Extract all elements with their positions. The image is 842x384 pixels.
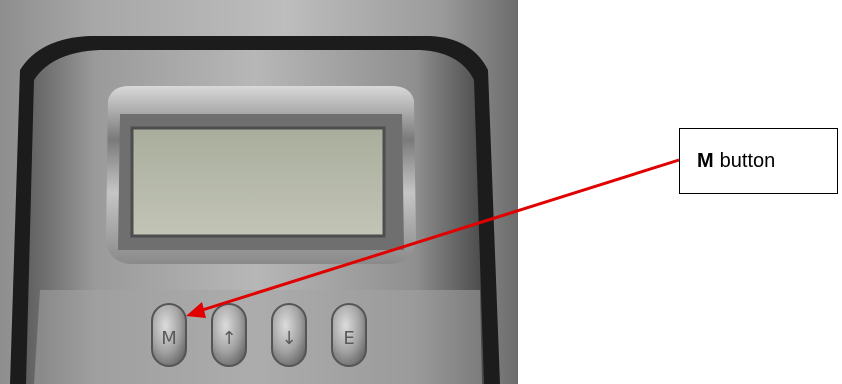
m-button-callout: M button [679, 128, 838, 194]
e-key: E [343, 328, 354, 349]
lower-panel [34, 290, 482, 384]
m-key: M [161, 328, 177, 349]
callout-bold-label: M [697, 149, 714, 172]
lcd-screen [130, 126, 386, 238]
device-illustration: M ↑ ↓ E [10, 36, 500, 384]
device-photo: M ↑ ↓ E [0, 0, 518, 384]
up-arrow-icon: ↑ [221, 328, 236, 349]
callout-label: button [719, 149, 776, 172]
down-arrow-icon: ↓ [281, 328, 296, 349]
